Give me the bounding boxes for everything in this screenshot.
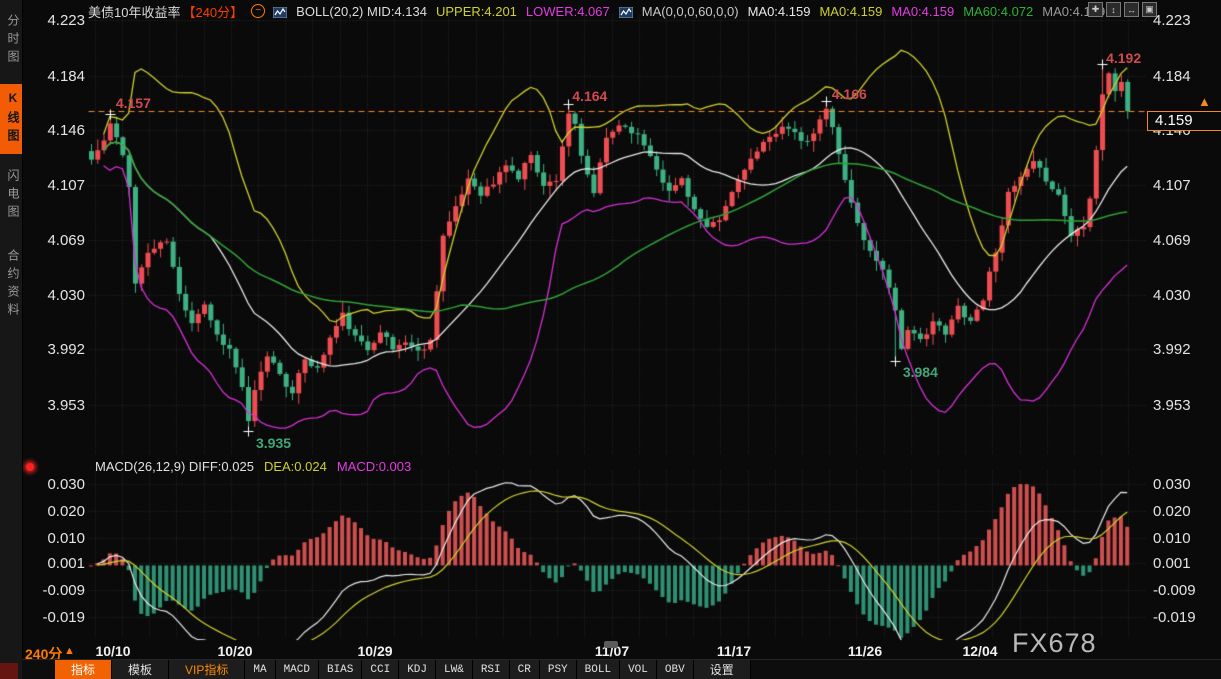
y-axis-label-left: 4.107	[27, 177, 85, 194]
macd-button[interactable]: MACD	[276, 660, 319, 679]
y-axis-label-left: 4.030	[27, 287, 85, 304]
cci-button[interactable]: CCI	[362, 660, 399, 679]
macd-axis-label-right: -0.019	[1153, 609, 1196, 626]
annotation-price-label: 4.157	[116, 95, 151, 111]
macd-axis-label-left: -0.009	[27, 582, 85, 599]
y-axis-label-left: 4.223	[27, 12, 85, 29]
macd-axis-label-left: 0.001	[27, 555, 85, 572]
left-sidebar: 分时图 K线图闪电图合约资料	[0, 0, 23, 679]
obv-button[interactable]: OBV	[657, 660, 694, 679]
y-axis-label-right: 4.069	[1153, 232, 1191, 249]
vol-button[interactable]: VOL	[620, 660, 657, 679]
macd-axis-label-left: -0.019	[27, 609, 85, 626]
mini-chart-icon	[619, 6, 633, 17]
rsi-button[interactable]: RSI	[473, 660, 510, 679]
ma-button[interactable]: MA	[245, 660, 275, 679]
indicator-readouts: BOLL(20,2) MID:4.134 UPPER:4.201 LOWER:4.0…	[273, 4, 1105, 19]
macd-axis-label-left: 0.010	[27, 530, 85, 547]
annotation-price-label: 3.935	[256, 435, 291, 451]
x-axis-label: 10/29	[357, 643, 392, 659]
bias-button[interactable]: BIAS	[319, 660, 362, 679]
macd-axis-label-left: 0.020	[27, 503, 85, 520]
reset-zoom-icon[interactable]: ▣	[1142, 2, 1157, 17]
mini-chart-icon	[273, 6, 287, 17]
template-button[interactable]: 模板	[112, 660, 169, 679]
last-price-box: 4.159	[1147, 111, 1221, 131]
settings-button[interactable]: 设置	[694, 660, 751, 679]
macd-axis-label-right: -0.009	[1153, 582, 1196, 599]
x-axis-label: 11/17	[717, 643, 751, 659]
pan-icon[interactable]: ✚	[1088, 2, 1103, 17]
timeframe-up-arrow-icon: ▲	[64, 645, 75, 657]
scale-y-icon[interactable]: ↕	[1106, 2, 1121, 17]
y-axis-label-left: 3.992	[27, 341, 85, 358]
annotation-price-label: 4.166	[832, 86, 867, 102]
timeframe-label: 【240分】	[182, 2, 243, 21]
macd-axis-label-left: 0.030	[27, 476, 85, 493]
chart-window-controls: ✚↕↔▣	[1088, 2, 1157, 17]
lw-button[interactable]: LW&	[436, 660, 473, 679]
annotation-price-label: 4.192	[1106, 50, 1141, 66]
psy-button[interactable]: PSY	[540, 660, 577, 679]
macd-axis-label-right: 0.030	[1153, 476, 1191, 493]
collapse-indicator-icon[interactable]: −	[251, 4, 265, 18]
tab-flash-chart[interactable]: 闪电图	[0, 161, 22, 231]
indicator-value-4: MA0:4.159	[748, 4, 811, 19]
x-axis-label: 10/10	[95, 643, 130, 659]
instrument-title: 美债10年收益率	[88, 2, 180, 21]
annotation-price-label: 4.164	[572, 88, 607, 104]
y-axis-label-right: 4.184	[1153, 68, 1191, 85]
y-axis-label-right: 3.953	[1153, 397, 1191, 414]
vip-indicator-button[interactable]: VIP指标	[169, 660, 245, 679]
tab-intraday-chart[interactable]: 分时图	[0, 6, 22, 76]
macd-axis-label-right: 0.020	[1153, 503, 1191, 520]
tab-kline-chart[interactable]: K线图	[0, 84, 22, 154]
indicator-value-0: BOLL(20,2) MID:4.134	[296, 4, 427, 19]
indicator-value-5: MA0:4.159	[819, 4, 882, 19]
bottom-toolbar: 指标模板VIP指标MAMACDBIASCCIKDJLW&RSICRPSYBOLL…	[22, 659, 1221, 679]
indicator-value-3: MA(0,0,0,60,0,0)	[642, 4, 739, 19]
y-axis-label-left: 3.953	[27, 397, 85, 414]
macd-value-2: MACD:0.003	[337, 459, 411, 474]
y-axis-label-right: 3.992	[1153, 341, 1191, 358]
x-axis-label: 10/20	[217, 643, 252, 659]
x-axis-label: 11/26	[848, 643, 882, 659]
last-price-value: 4.159	[1155, 112, 1193, 129]
y-axis-label-left: 4.146	[27, 122, 85, 139]
price-up-arrow-icon: ▲	[1198, 94, 1211, 109]
macd-axis-label-right: 0.010	[1153, 530, 1191, 547]
y-axis-label-left: 4.184	[27, 68, 85, 85]
kdj-button[interactable]: KDJ	[399, 660, 436, 679]
macd-value-1: DEA:0.024	[264, 459, 327, 474]
annotation-price-label: 3.984	[903, 364, 938, 380]
price-chart-canvas[interactable]	[0, 0, 1221, 679]
macd-axis-label-right: 0.001	[1153, 555, 1191, 572]
indicator-value-7: MA60:4.072	[963, 4, 1033, 19]
y-axis-label-right: 4.030	[1153, 287, 1191, 304]
boll-button[interactable]: BOLL	[577, 660, 620, 679]
y-axis-label-left: 4.069	[27, 232, 85, 249]
watermark: FX678	[1012, 628, 1097, 659]
y-axis-label-right: 4.107	[1153, 177, 1191, 194]
chart-header: 美债10年收益率 【240分】 − BOLL(20,2) MID:4.134 UP…	[88, 2, 1105, 20]
indicator-value-1: UPPER:4.201	[436, 4, 517, 19]
macd-readouts: MACD(26,12,9) DIFF:0.025 DEA:0.024 MACD:0.…	[95, 459, 411, 474]
scale-x-icon[interactable]: ↔	[1124, 2, 1139, 17]
indicator-settings-icon[interactable]	[26, 463, 34, 471]
tab-contract-info[interactable]: 合约资料	[0, 238, 22, 332]
y-axis-label-right: 4.223	[1153, 12, 1191, 29]
macd-value-0: MACD(26,12,9) DIFF:0.025	[95, 459, 254, 474]
cr-button[interactable]: CR	[510, 660, 540, 679]
indicator-value-6: MA0:4.159	[891, 4, 954, 19]
x-axis-label: 12/04	[962, 643, 997, 659]
pane-resize-handle[interactable]	[604, 641, 618, 648]
indicator-value-2: LOWER:4.067	[526, 4, 610, 19]
sidebar-bottom-block	[0, 663, 18, 679]
indicator-button[interactable]: 指标	[55, 660, 112, 679]
